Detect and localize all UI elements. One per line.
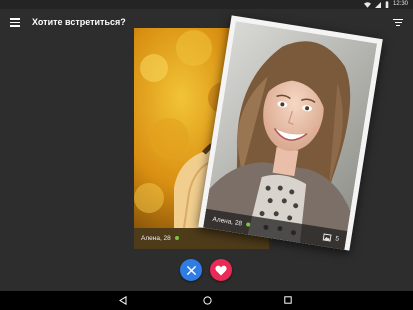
filter-icon[interactable]	[393, 19, 403, 27]
back-triangle-icon[interactable]	[119, 296, 127, 305]
photo-icon	[322, 233, 332, 242]
recents-square-icon[interactable]	[284, 296, 292, 304]
page-title: Хотите встретиться?	[32, 17, 126, 27]
status-time: 12:30	[392, 1, 408, 7]
status-icons: 12:30	[363, 0, 408, 9]
like-button[interactable]	[210, 259, 232, 281]
dislike-button[interactable]	[180, 259, 202, 281]
photo-count-value: 5	[334, 235, 340, 243]
profile-photo-front: Алена, 28 5	[203, 21, 378, 250]
online-indicator	[245, 222, 251, 228]
online-indicator	[174, 236, 179, 241]
home-circle-icon[interactable]	[203, 296, 212, 305]
profile-name-age: Алена, 28	[141, 235, 171, 242]
profile-name-age: Алена, 28	[211, 215, 243, 228]
wifi-icon	[363, 1, 371, 8]
system-nav-bar	[0, 291, 413, 310]
status-bar: 12:30	[0, 0, 413, 9]
close-icon	[186, 265, 196, 275]
battery-icon	[385, 1, 389, 8]
heart-icon	[215, 265, 227, 275]
menu-icon[interactable]	[10, 18, 20, 27]
photo-count[interactable]: 5	[322, 228, 340, 249]
signal-icon	[374, 1, 381, 8]
profile-card-front[interactable]: Алена, 28 5	[198, 15, 383, 251]
